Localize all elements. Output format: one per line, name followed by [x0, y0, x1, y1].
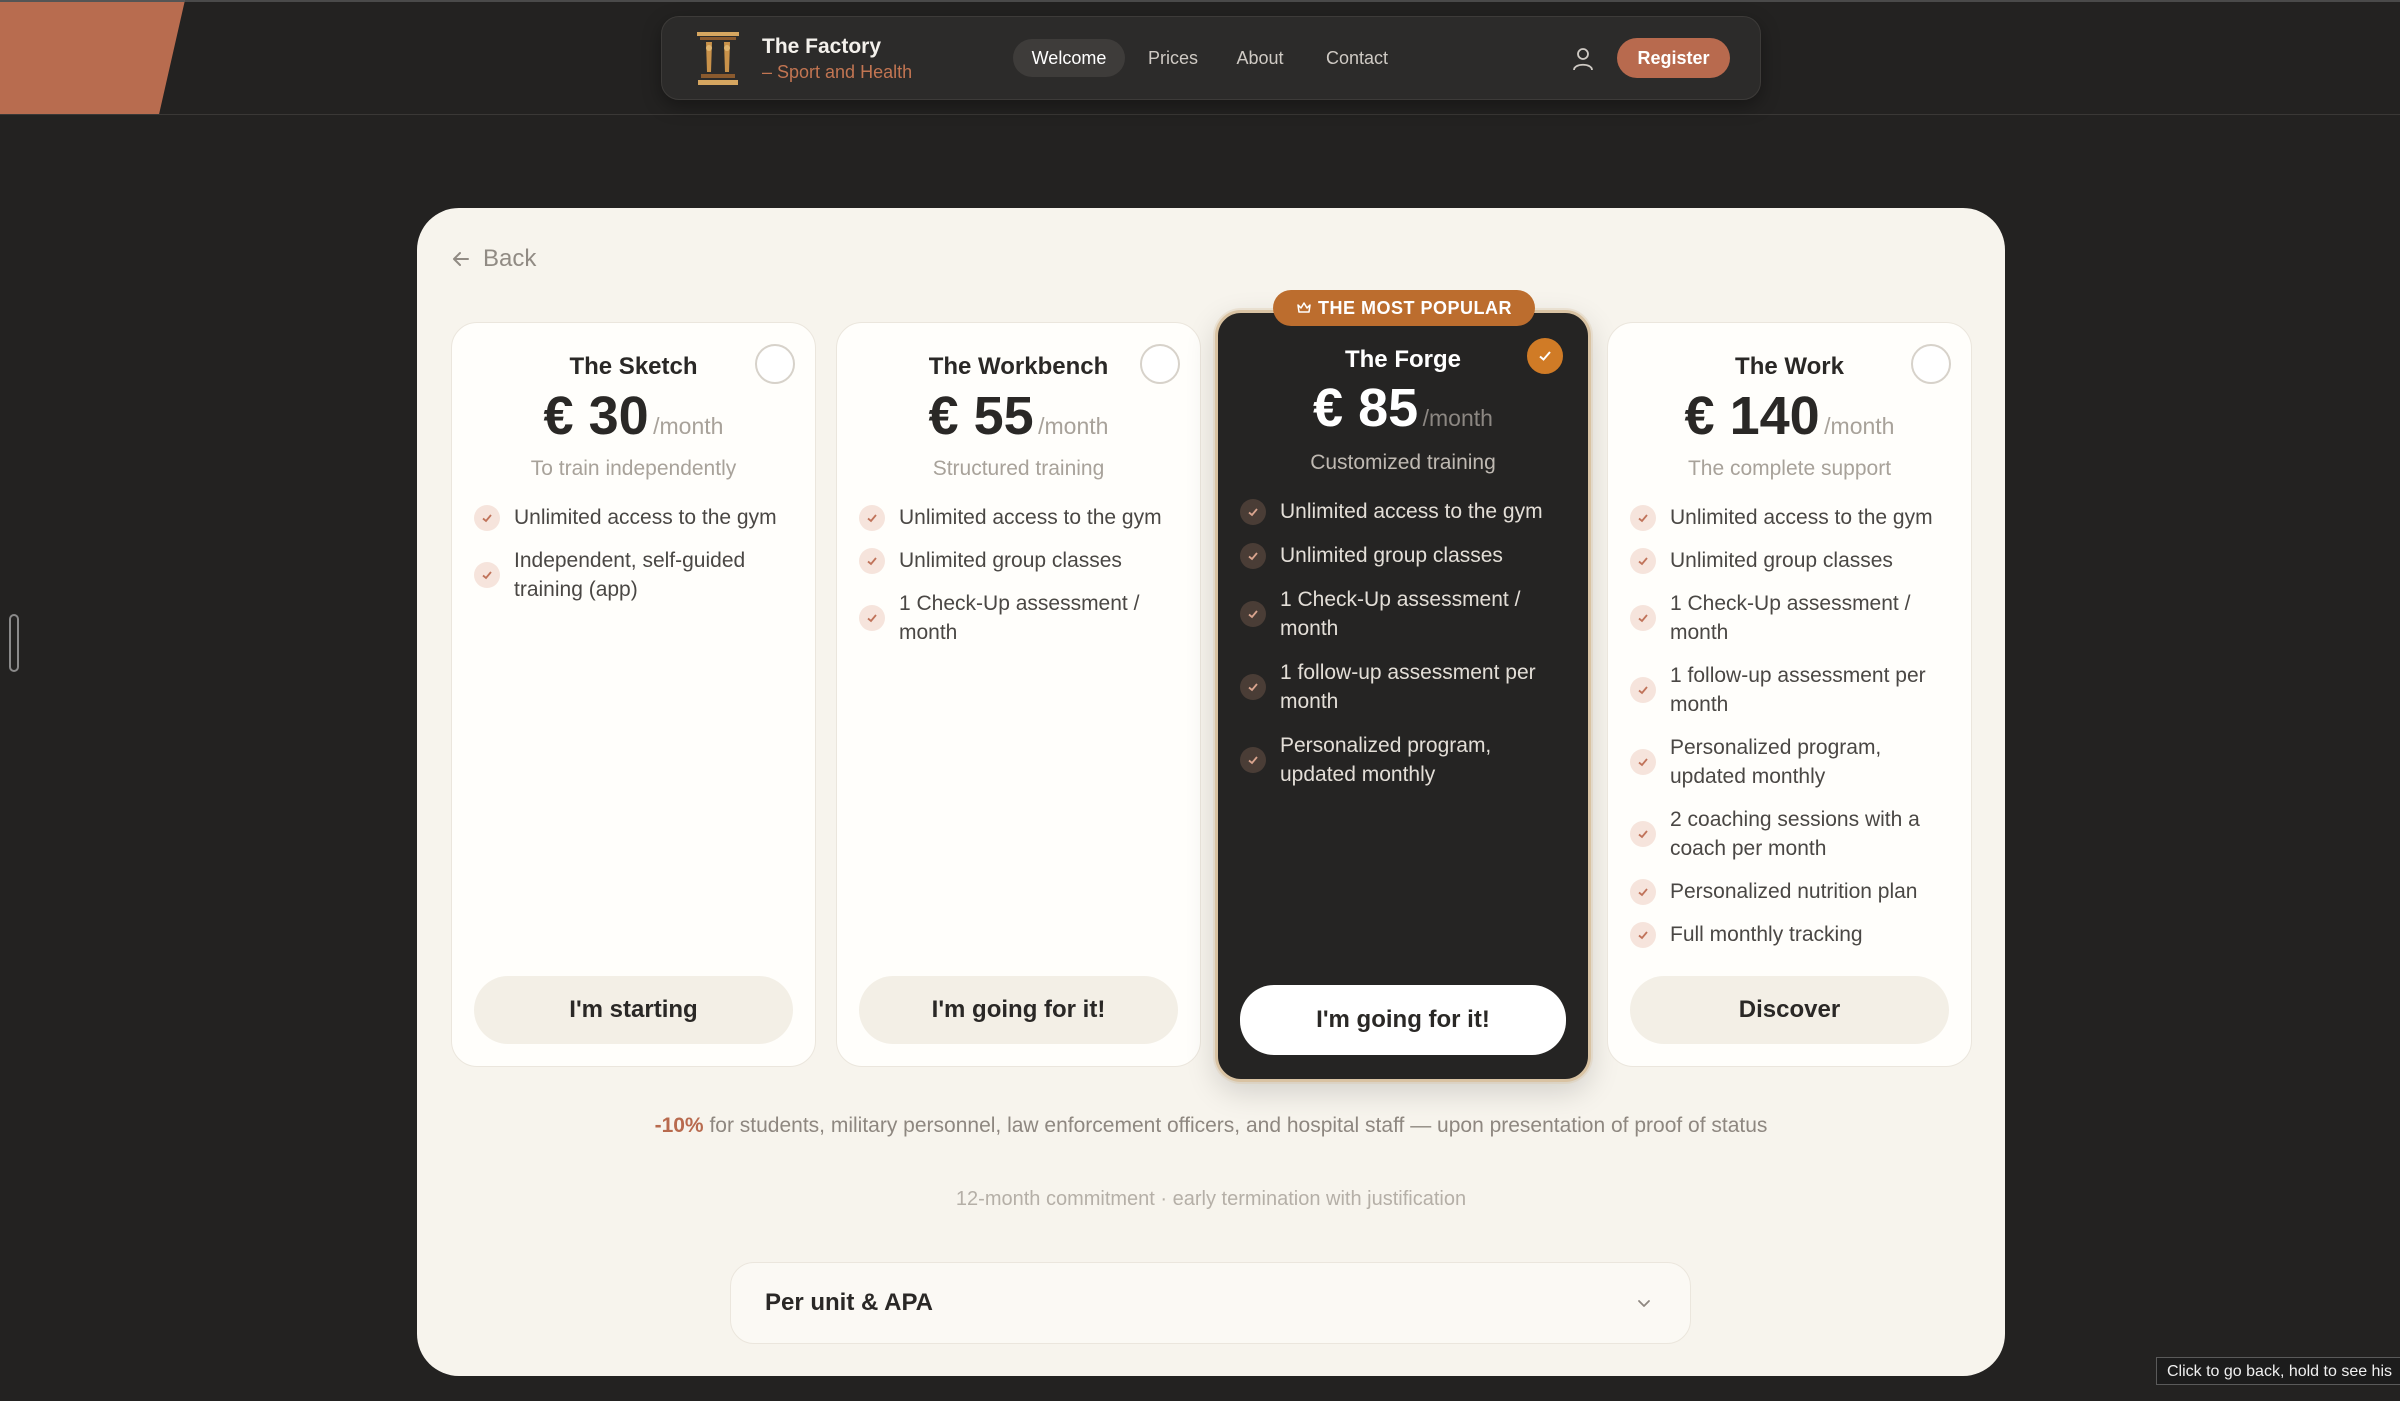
feature-item: 1 follow-up assessment per month — [1630, 661, 1953, 719]
plan-features: Unlimited access to the gym Independent,… — [474, 503, 797, 618]
plan-subtitle: Customized training — [1310, 451, 1496, 474]
plan-subtitle: The complete support — [1687, 457, 1892, 480]
nav-link-welcome[interactable]: Welcome — [1013, 39, 1125, 77]
plan-price: € 30 /month — [543, 386, 724, 446]
plan-card-the-forge[interactable]: The Forge € 85 /month Customized trainin… — [1215, 310, 1591, 1082]
back-link[interactable]: Back — [451, 245, 536, 273]
nav-link-contact[interactable]: Contact — [1313, 39, 1401, 77]
nav-link-about[interactable]: About — [1223, 39, 1297, 77]
plan-features: Unlimited access to the gym Unlimited gr… — [859, 503, 1182, 661]
plan-name: The Forge — [1344, 346, 1461, 373]
feature-item: Unlimited access to the gym — [859, 503, 1182, 532]
feature-item: 1 Check-Up assessment / month — [859, 589, 1182, 647]
check-icon — [1240, 747, 1266, 773]
check-icon — [859, 605, 885, 631]
plan-card-the-workbench[interactable]: The Workbench € 55 /month Structured tra… — [836, 322, 1201, 1067]
nav-link-prices[interactable]: Prices — [1135, 39, 1211, 77]
plan-price: € 55 /month — [928, 386, 1109, 446]
crown-icon — [1297, 302, 1311, 313]
check-icon — [1240, 601, 1266, 627]
discount-percent: -10% — [654, 1114, 704, 1137]
feature-item: 1 Check-Up assessment / month — [1240, 585, 1570, 643]
feature-item: Personalized program, updated monthly — [1240, 731, 1570, 789]
plan-price: € 140 /month — [1684, 386, 1895, 446]
register-button[interactable]: Register — [1617, 38, 1730, 78]
check-icon — [1240, 674, 1266, 700]
check-icon — [1630, 677, 1656, 703]
most-popular-badge: THE MOST POPULAR — [1273, 290, 1535, 326]
feature-item: Unlimited group classes — [859, 546, 1182, 575]
feature-item: Unlimited group classes — [1630, 546, 1953, 575]
check-icon — [859, 504, 885, 531]
plan-cta-button[interactable]: I'm starting — [474, 976, 793, 1044]
arrow-left-icon — [453, 252, 469, 266]
plan-cta-button[interactable]: Discover — [1630, 976, 1949, 1044]
side-resize-handle[interactable] — [9, 614, 19, 672]
brand-tagline: – Sport and Health — [762, 62, 913, 82]
plan-features: Unlimited access to the gym Unlimited gr… — [1240, 497, 1570, 804]
per-unit-accordion[interactable]: Per unit & APA — [730, 1262, 1691, 1344]
feature-item: 1 follow-up assessment per month — [1240, 658, 1570, 716]
feature-item: Full monthly tracking — [1630, 920, 1953, 949]
check-icon — [859, 547, 885, 574]
plan-features: Unlimited access to the gym Unlimited gr… — [1630, 503, 1953, 963]
feature-item: Unlimited access to the gym — [1240, 497, 1570, 526]
plan-card-the-sketch[interactable]: The Sketch € 30 /month To train independ… — [451, 322, 816, 1067]
check-icon — [1630, 504, 1656, 531]
back-label: Back — [483, 245, 537, 272]
decorative-corner-shape — [0, 0, 185, 114]
check-icon — [1630, 921, 1656, 948]
check-icon — [1630, 605, 1656, 631]
check-icon — [1630, 821, 1656, 847]
window-frame-top — [0, 0, 2400, 2]
header-divider — [0, 114, 2400, 115]
discount-text: for students, military personnel, law en… — [709, 1114, 1768, 1137]
feature-item: Unlimited access to the gym — [474, 503, 797, 532]
feature-item: 2 coaching sessions with a coach per mon… — [1630, 805, 1953, 863]
chevron-down-icon — [1638, 1300, 1650, 1307]
check-icon — [1240, 498, 1266, 525]
plan-cta-button[interactable]: I'm going for it! — [859, 976, 1178, 1044]
check-icon — [1240, 542, 1266, 569]
plan-price: € 85 /month — [1313, 378, 1493, 438]
check-icon — [474, 504, 500, 531]
discount-note: -10% for students, military personnel, l… — [417, 1114, 2005, 1138]
pricing-panel: Back The Sketch € 30 /month To train ind… — [417, 208, 2005, 1376]
check-icon — [1630, 547, 1656, 574]
plan-card-the-work[interactable]: The Work € 140 /month The complete suppo… — [1607, 322, 1972, 1067]
check-icon — [1630, 878, 1656, 905]
logo-icon[interactable] — [697, 32, 739, 86]
back-button-tooltip: Click to go back, hold to see his — [2156, 1357, 2400, 1385]
brand-name[interactable]: The Factory — [762, 35, 881, 59]
plan-name: The Sketch — [569, 353, 698, 380]
check-icon — [1630, 749, 1656, 775]
accordion-label: Per unit & APA — [765, 1289, 934, 1316]
check-icon — [474, 562, 500, 588]
top-navbar: The Factory – Sport and Health Welcome P… — [661, 16, 1761, 100]
plan-subtitle: Structured training — [932, 457, 1105, 480]
plan-subtitle: To train independently — [530, 457, 737, 480]
feature-item: 1 Check-Up assessment / month — [1630, 589, 1953, 647]
feature-item: Unlimited group classes — [1240, 541, 1570, 570]
commitment-note: 12-month commitment · early termination … — [955, 1188, 1467, 1210]
feature-item: Personalized nutrition plan — [1630, 877, 1953, 906]
plan-name: The Work — [1735, 353, 1844, 380]
plan-name: The Workbench — [928, 353, 1109, 380]
feature-item: Independent, self-guided training (app) — [474, 546, 797, 604]
feature-item: Unlimited access to the gym — [1630, 503, 1953, 532]
feature-item: Personalized program, updated monthly — [1630, 733, 1953, 791]
user-icon[interactable] — [1571, 46, 1595, 72]
plan-cta-button[interactable]: I'm going for it! — [1240, 985, 1566, 1055]
